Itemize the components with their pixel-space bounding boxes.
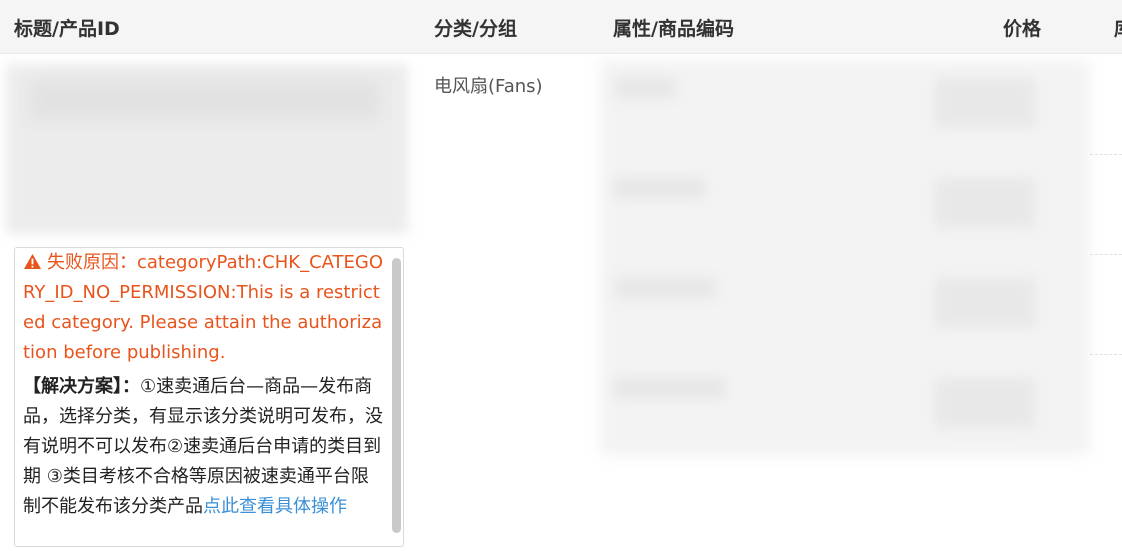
view-operation-link[interactable]: 点此查看具体操作	[203, 496, 347, 517]
failure-reason: 失败原因：categoryPath:CHK_CATEGORY_ID_NO_PER…	[23, 248, 385, 368]
blurred-sku-2	[615, 178, 705, 198]
blurred-product-title	[30, 80, 380, 120]
row-divider	[1090, 254, 1122, 255]
blurred-sku-4	[615, 378, 725, 398]
header-price: 价格	[1003, 18, 1042, 40]
solution-label: 【解决方案】：	[23, 376, 140, 397]
header-stock: 库	[1114, 14, 1122, 41]
header-title-product-id: 标题/产品ID	[14, 18, 120, 40]
warning-triangle-icon	[24, 253, 41, 270]
failure-reason-text: 失败原因：categoryPath:CHK_CATEGORY_ID_NO_PER…	[23, 252, 384, 363]
blurred-price-1	[935, 78, 1035, 128]
blurred-price-3	[935, 278, 1035, 328]
row-divider	[1090, 154, 1122, 155]
blurred-price-4	[935, 378, 1035, 428]
scrollbar-thumb[interactable]	[392, 258, 401, 533]
solution: 【解决方案】：①速卖通后台—商品—发布商品，选择分类，有显示该分类说明可发布，没…	[23, 372, 385, 522]
row-divider	[1090, 354, 1122, 355]
table-header: 标题/产品ID 分类/分组 属性/商品编码 价格 库	[0, 0, 1122, 54]
error-content: 失败原因：categoryPath:CHK_CATEGORY_ID_NO_PER…	[23, 248, 385, 522]
blurred-sku-1	[615, 78, 675, 98]
error-message-box[interactable]: 失败原因：categoryPath:CHK_CATEGORY_ID_NO_PER…	[14, 247, 404, 547]
blurred-price-2	[935, 178, 1035, 228]
header-category-group: 分类/分组	[434, 18, 517, 40]
category-value: 电风扇(Fans)	[434, 76, 543, 97]
blurred-sku-3	[615, 278, 715, 298]
header-attribute-code: 属性/商品编码	[613, 18, 734, 40]
